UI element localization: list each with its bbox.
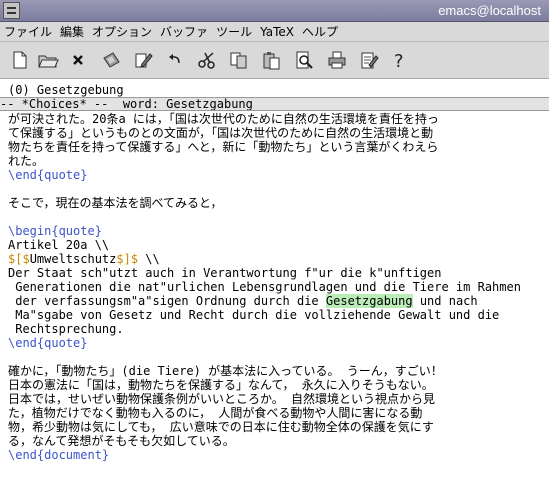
open-folder-icon[interactable] — [36, 48, 60, 72]
buffer-line: れた。 — [8, 154, 45, 168]
math-bracket-close: $]$ — [116, 252, 139, 266]
heading-text: Umweltschutz — [29, 252, 117, 266]
buffer-line: Artikel 20a \\ — [8, 238, 110, 252]
copy-icon[interactable] — [227, 48, 251, 72]
editor-buffer[interactable]: が可決された。20条a には，「国は次世代のために自然の生活環境を責任を持っ て… — [0, 111, 549, 486]
menu-options[interactable]: オプション — [92, 23, 152, 40]
new-file-icon[interactable] — [8, 48, 32, 72]
print-icon[interactable] — [325, 48, 349, 72]
menu-buffers[interactable]: バッファ — [160, 23, 208, 40]
buffer-line: 物，希少動物は気にしても， 広い意味での日本に住む動物全体の保護を気にす — [8, 420, 434, 434]
buffer-line: が可決された。20条a には，「国は次世代のために自然の生活環境を責任を持っ — [8, 112, 439, 126]
close-icon[interactable] — [66, 48, 90, 72]
echo-area: (0) Gesetzgebung — [8, 83, 124, 97]
buffer-line: Generationen die nat"urlichen Lebensgrun… — [8, 280, 521, 294]
menu-file[interactable]: ファイル — [4, 23, 52, 40]
math-bracket-open: $[$ — [8, 252, 30, 266]
line-break: \\ — [138, 252, 160, 266]
buffer-line: て保護する」というものとの文面が，「国は次世代のために自然の生活環境と動 — [8, 126, 434, 140]
latex-end-quote: \end{quote} — [8, 336, 88, 350]
svg-text:?: ? — [394, 51, 404, 71]
buffer-line: そこで，現在の基本法を調べてみると， — [8, 196, 223, 210]
search-magnifier-icon[interactable] — [292, 48, 316, 72]
buffer-line: Ma"sgabe von Gesetz und Recht durch die … — [8, 308, 500, 322]
save-disk-icon[interactable] — [99, 48, 123, 72]
buffer-line: Der Staat sch"utzt auch in Verantwortung… — [8, 266, 442, 280]
paste-icon[interactable] — [259, 48, 283, 72]
latex-begin-quote: \begin{quote} — [8, 224, 102, 238]
cut-scissors-icon[interactable] — [195, 48, 219, 72]
menu-edit[interactable]: 編集 — [60, 23, 84, 40]
buffer-line: 日本の憲法に「国は，動物たちを保護する」なんて， 永久に入りそうもない。 — [8, 378, 434, 392]
buffer-line: る，なんて発想がそもそも欠如している。 — [8, 434, 235, 448]
buffer-line: 物たちを責任を持って保護する」へと，新に「動物たち」という言葉がくわえら — [8, 140, 439, 154]
window-title: emacs@localhost — [438, 3, 541, 18]
buffer-line: Rechtsprechung. — [8, 322, 124, 336]
buffer-line: た，植物だけでなく動物も入るのに， 人間が食べる動物や人間に害になる動 — [8, 406, 423, 420]
edit-pencil-icon[interactable] — [131, 48, 155, 72]
undo-icon[interactable] — [163, 48, 187, 72]
help-question-icon[interactable]: ? — [388, 48, 412, 72]
preferences-icon[interactable] — [357, 48, 381, 72]
menu-help[interactable]: ヘルプ — [302, 23, 338, 40]
menu-tools[interactable]: ツール — [216, 23, 252, 40]
buffer-line: der verfassungsm"a"sigen Ordnung durch d… — [8, 294, 478, 308]
latex-end-document: \end{document} — [8, 448, 110, 462]
menubar: ファイル 編集 オプション バッファ ツール YaTeX ヘルプ — [0, 22, 549, 42]
highlighted-word: Gesetzgabung — [325, 294, 413, 308]
window-titlebar[interactable]: emacs@localhost — [0, 0, 549, 22]
buffer-line: $[$Umweltschutz$]$ \\ — [8, 252, 549, 266]
mode-line: -- *Choices* -- word: Gesetzgabung — [0, 97, 549, 111]
buffer-line: 確かに，「動物たち」(die Tiere) が基本法に入っている。 うーん，すご… — [8, 364, 443, 378]
buffer-line: 日本では，せいぜい動物保護条例がいいところか。 自然環境という視点から見 — [8, 392, 435, 406]
latex-end-quote: \end{quote} — [8, 168, 88, 182]
window-menu-icon[interactable] — [3, 2, 20, 19]
menu-yatex[interactable]: YaTeX — [260, 25, 294, 39]
toolbar: ? — [0, 42, 549, 79]
